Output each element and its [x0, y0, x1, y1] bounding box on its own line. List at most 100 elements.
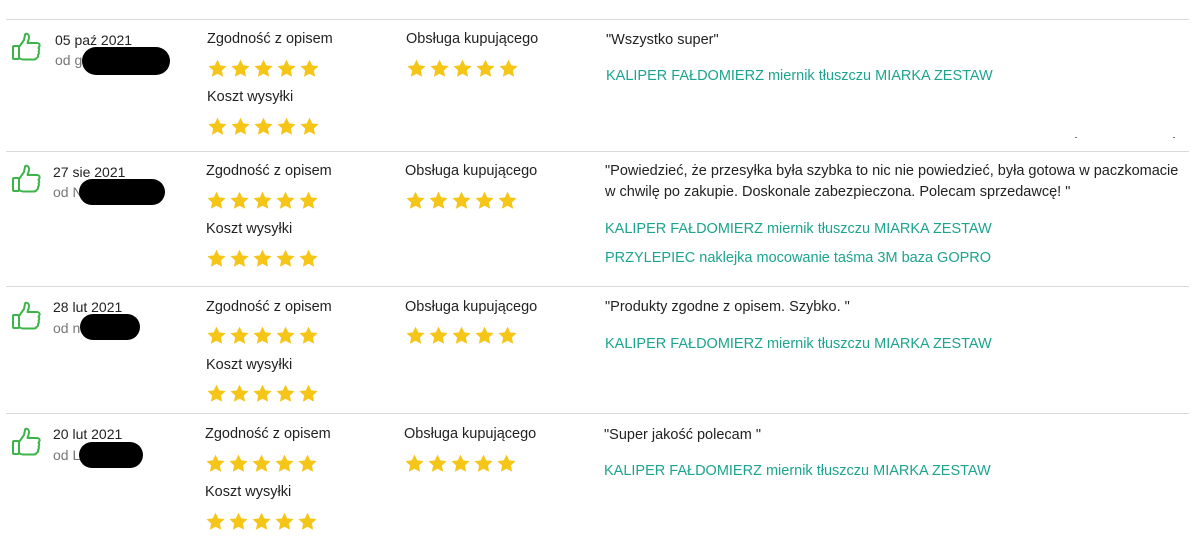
star-icon — [276, 191, 295, 209]
star-icon — [254, 59, 273, 77]
star-icon — [300, 59, 319, 77]
review-item: 28 lut 2021 od n Zgodność z opisem Koszt… — [6, 286, 1189, 414]
reviewer-name: od n — [53, 320, 81, 336]
star-icon — [276, 384, 295, 402]
star-icon — [430, 59, 449, 77]
divider-dot — [1075, 137, 1077, 138]
star-icon — [253, 249, 272, 267]
star-icon — [474, 454, 493, 472]
star-icon — [299, 249, 318, 267]
star-icon — [208, 117, 227, 135]
star-icon — [252, 454, 271, 472]
rating-shipping-stars — [206, 383, 319, 404]
rating-shipping-stars — [206, 248, 319, 269]
star-icon — [207, 191, 226, 209]
review-comment: "Powiedzieć, że przesyłka była szybka to… — [605, 163, 1179, 200]
review-item: 05 paź 2021 od g Zgodność z opisem Koszt… — [6, 19, 1189, 152]
rating-description-label: Zgodność z opisem — [206, 163, 332, 179]
star-icon — [276, 249, 295, 267]
product-link[interactable]: KALIPER FAŁDOMIERZ miernik tłuszczu MIAR… — [605, 221, 992, 237]
rating-description-label: Zgodność z opisem — [205, 426, 331, 442]
star-icon — [452, 326, 471, 344]
product-link[interactable]: KALIPER FAŁDOMIERZ miernik tłuszczu MIAR… — [604, 463, 991, 479]
review-date: 05 paź 2021 — [55, 32, 133, 48]
star-icon — [253, 384, 272, 402]
star-icon — [299, 326, 318, 344]
star-icon — [275, 512, 294, 530]
star-icon — [277, 59, 296, 77]
rating-description-stars — [206, 325, 319, 346]
product-link[interactable]: PRZYLEPIEC naklejka mocowanie taśma 3M b… — [605, 250, 991, 266]
review-comment: "Super jakość polecam " — [604, 427, 761, 443]
star-icon — [208, 59, 227, 77]
rating-shipping-stars — [207, 116, 320, 137]
redacted-username — [79, 179, 165, 205]
review-comment: "Wszystko super" — [606, 32, 719, 48]
star-icon — [299, 384, 318, 402]
star-icon — [230, 249, 249, 267]
star-icon — [498, 191, 517, 209]
rating-shipping-stars — [205, 511, 318, 532]
star-icon — [499, 59, 518, 77]
star-icon — [207, 384, 226, 402]
star-icon — [453, 59, 472, 77]
review-date: 28 lut 2021 — [53, 299, 123, 315]
rating-description-stars — [206, 190, 319, 211]
rating-description-label: Zgodność z opisem — [206, 299, 332, 315]
star-icon — [406, 191, 425, 209]
review-date: 27 sie 2021 — [53, 164, 126, 180]
star-icon — [498, 326, 517, 344]
star-icon — [231, 117, 250, 135]
star-icon — [253, 191, 272, 209]
product-link[interactable]: KALIPER FAŁDOMIERZ miernik tłuszczu MIAR… — [606, 68, 993, 84]
product-link[interactable]: KALIPER FAŁDOMIERZ miernik tłuszczu MIAR… — [605, 336, 992, 352]
star-icon — [300, 117, 319, 135]
rating-service-label: Obsługa kupującego — [405, 299, 538, 315]
star-icon — [277, 117, 296, 135]
star-icon — [229, 512, 248, 530]
review-comment: "Produkty zgodne z opisem. Szybko. " — [605, 299, 850, 315]
reviews-list: 05 paź 2021 od g Zgodność z opisem Koszt… — [0, 0, 1199, 541]
rating-description-label: Zgodność z opisem — [207, 31, 333, 47]
thumbs-up-icon — [11, 427, 43, 457]
rating-shipping-label: Koszt wysyłki — [207, 89, 294, 105]
rating-service-label: Obsługa kupującego — [405, 163, 538, 179]
star-icon — [231, 59, 250, 77]
star-icon — [276, 326, 295, 344]
rating-service-stars — [405, 325, 518, 346]
star-icon — [298, 454, 317, 472]
star-icon — [298, 512, 317, 530]
thumbs-up-icon — [11, 32, 43, 62]
star-icon — [229, 454, 248, 472]
star-icon — [207, 326, 226, 344]
star-icon — [407, 59, 426, 77]
rating-service-stars — [406, 58, 519, 79]
reviewer-name: od L — [53, 447, 81, 463]
star-icon — [230, 191, 249, 209]
star-icon — [428, 454, 447, 472]
star-icon — [230, 326, 249, 344]
star-icon — [406, 326, 425, 344]
star-icon — [252, 512, 271, 530]
star-icon — [299, 191, 318, 209]
thumbs-up-icon — [11, 301, 43, 331]
star-icon — [429, 326, 448, 344]
rating-shipping-label: Koszt wysyłki — [206, 221, 293, 237]
rating-shipping-label: Koszt wysyłki — [206, 357, 293, 373]
rating-service-label: Obsługa kupującego — [406, 31, 539, 47]
star-icon — [206, 512, 225, 530]
rating-description-stars — [207, 58, 320, 79]
star-icon — [206, 454, 225, 472]
star-icon — [230, 384, 249, 402]
review-date: 20 lut 2021 — [53, 426, 123, 442]
redacted-username — [80, 314, 140, 340]
review-item: 20 lut 2021 od L Zgodność z opisem Koszt… — [6, 413, 1189, 542]
star-icon — [254, 117, 273, 135]
star-icon — [475, 326, 494, 344]
redacted-username — [82, 47, 170, 75]
star-icon — [207, 249, 226, 267]
rating-service-label: Obsługa kupującego — [404, 426, 537, 442]
star-icon — [475, 191, 494, 209]
rating-description-stars — [205, 453, 318, 474]
star-icon — [451, 454, 470, 472]
